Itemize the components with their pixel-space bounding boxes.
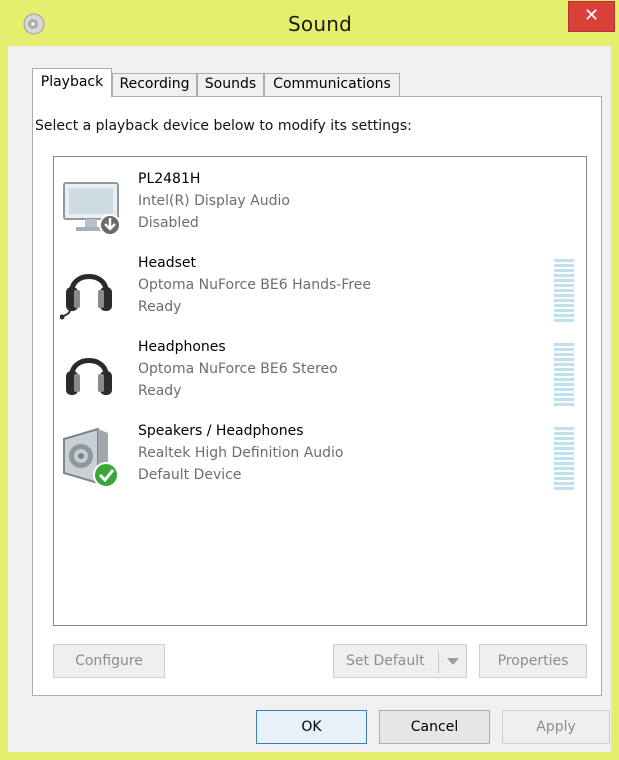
device-status: Ready	[138, 299, 182, 315]
dialog-client: Playback Recording Sounds Communications…	[8, 46, 611, 752]
tab-sounds[interactable]: Sounds	[197, 73, 264, 96]
close-button[interactable]: ✕	[568, 1, 615, 32]
apply-button[interactable]: Apply	[502, 710, 610, 744]
device-item-headphones[interactable]: Headphones Optoma NuForce BE6 Stereo Rea…	[60, 337, 580, 417]
device-status: Ready	[138, 383, 182, 399]
headset-icon	[60, 274, 112, 320]
sound-dialog: Sound ✕ Playback Recording Sounds Commun…	[0, 0, 619, 760]
ok-button[interactable]: OK	[256, 710, 367, 744]
chevron-down-icon[interactable]	[447, 658, 459, 665]
playback-device-list[interactable]: PL2481H Intel(R) Display Audio Disabled …	[53, 156, 587, 626]
device-status: Default Device	[138, 467, 242, 483]
disabled-arrow-badge	[99, 214, 121, 236]
device-item-speakers[interactable]: Speakers / Headphones Realtek High Defin…	[60, 421, 580, 501]
device-driver: Optoma NuForce BE6 Stereo	[138, 361, 338, 377]
device-name: Headphones	[138, 339, 226, 355]
device-driver: Optoma NuForce BE6 Hands-Free	[138, 277, 372, 293]
device-item-headset[interactable]: Headset Optoma NuForce BE6 Hands-Free Re…	[60, 253, 580, 333]
window-title: Sound	[288, 12, 352, 36]
headphones-icon	[66, 358, 112, 395]
tab-communications[interactable]: Communications	[264, 73, 400, 96]
set-default-label: Set Default	[346, 653, 425, 669]
device-name: Headset	[138, 255, 197, 271]
monitor-icon	[63, 182, 121, 236]
device-item-pl2481h[interactable]: PL2481H Intel(R) Display Audio Disabled	[60, 169, 580, 249]
device-name: Speakers / Headphones	[138, 423, 304, 439]
configure-button[interactable]: Configure	[53, 644, 165, 678]
properties-button[interactable]: Properties	[479, 644, 587, 678]
volume-meter	[554, 343, 574, 406]
title-bar[interactable]: Sound ✕	[0, 0, 619, 46]
split-separator	[438, 651, 439, 673]
device-driver: Intel(R) Display Audio	[138, 193, 290, 209]
device-name: PL2481H	[138, 171, 201, 187]
volume-meter	[554, 259, 574, 322]
speaker-icon	[63, 427, 119, 488]
default-check-badge	[93, 462, 119, 488]
close-icon: ✕	[583, 5, 600, 26]
set-default-split-button[interactable]: Set Default	[333, 644, 467, 678]
device-status: Disabled	[138, 215, 199, 231]
tab-playback[interactable]: Playback	[32, 68, 112, 97]
device-driver: Realtek High Definition Audio	[138, 445, 344, 461]
volume-meter	[554, 427, 574, 490]
playback-prompt: Select a playback device below to modify…	[35, 118, 412, 134]
tab-recording[interactable]: Recording	[112, 73, 197, 96]
cancel-button[interactable]: Cancel	[379, 710, 490, 744]
